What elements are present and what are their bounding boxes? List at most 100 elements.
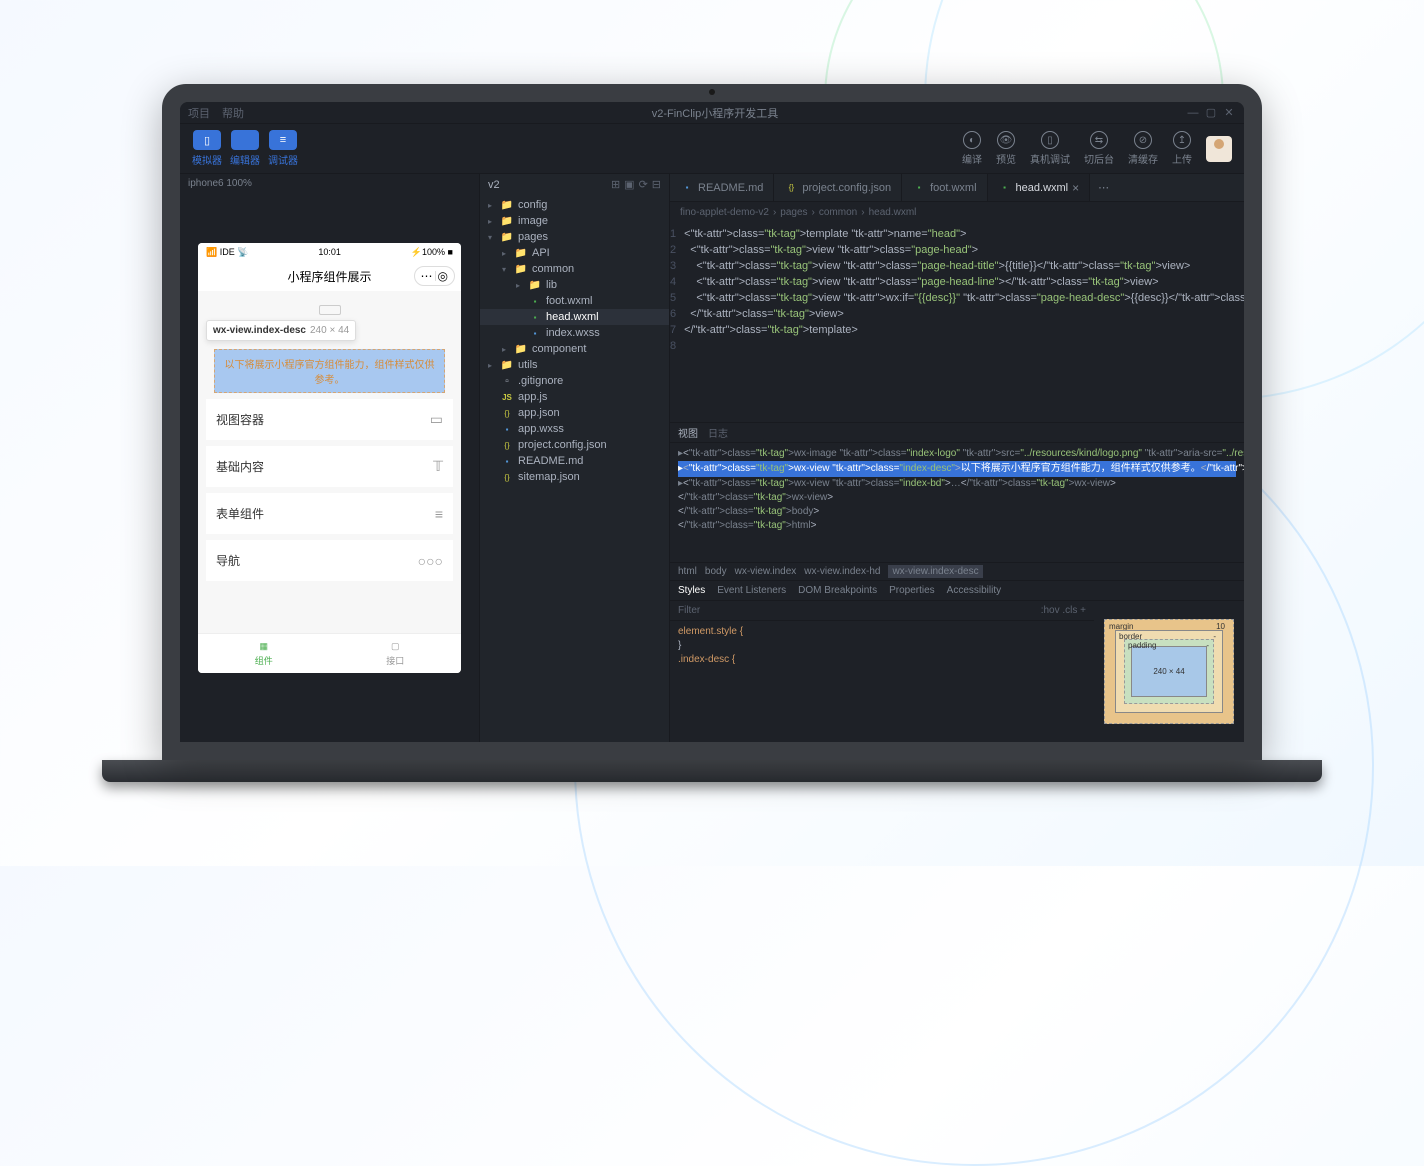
dom-tree[interactable]: ▸<"tk-attr">class="tk-tag">wx-image "tk-… <box>670 443 1244 563</box>
laptop-frame: 项目 帮助 v2-FinClip小程序开发工具 — ▢ ✕ ▯模拟器编辑器 ≡调试… <box>162 84 1262 782</box>
maximize-icon[interactable]: ▢ <box>1204 106 1218 120</box>
dom-crumb-item[interactable]: wx-view.index <box>735 566 797 577</box>
target-icon: ◎ <box>438 269 448 283</box>
list-item[interactable]: 导航○○○ <box>206 540 453 581</box>
box-model: margin 10 border - padding - 240 × 44 <box>1094 601 1244 742</box>
editor-tab[interactable]: {}project.config.json <box>774 174 902 201</box>
crumb-item[interactable]: pages <box>780 207 807 218</box>
tool-2[interactable]: ▯真机调试 <box>1030 131 1070 166</box>
dom-node[interactable]: ▸<"tk-attr">class="tk-tag">wx-view "tk-a… <box>678 461 1236 477</box>
code-editor[interactable]: <"tk-attr">class="tk-tag">template "tk-a… <box>684 222 1244 422</box>
tree-item[interactable]: ▸📁image <box>480 213 669 229</box>
project-root[interactable]: v2 <box>488 179 500 191</box>
capsule-button[interactable]: ⋯ ◎ <box>414 266 455 286</box>
styles-toggles[interactable]: :hov .cls + <box>1041 605 1086 616</box>
editor-tab[interactable]: ▪foot.wxml <box>902 174 987 201</box>
tree-item[interactable]: {}project.config.json <box>480 437 669 453</box>
dom-node[interactable]: ▸<"tk-attr">class="tk-tag">wx-view "tk-a… <box>678 477 1236 491</box>
styles-tab[interactable]: Accessibility <box>947 585 1001 596</box>
tree-item[interactable]: ▪head.wxml <box>480 309 669 325</box>
mode-2[interactable]: ≡调试器 <box>268 130 298 167</box>
styles-filter[interactable]: Filter <box>678 605 700 616</box>
crumb-item[interactable]: fino-applet-demo-v2 <box>680 207 769 218</box>
mode-0[interactable]: ▯模拟器 <box>192 130 222 167</box>
crumb-item[interactable]: head.wxml <box>869 207 917 218</box>
list-item[interactable]: 表单组件≡ <box>206 493 453 534</box>
highlighted-element[interactable]: 以下将展示小程序官方组件能力，组件样式仅供参考。 <box>214 349 445 393</box>
api-icon: ▢ <box>391 641 400 652</box>
devtools-tab-console[interactable]: 日志 <box>708 425 728 440</box>
tool-0[interactable]: ◐编译 <box>962 131 982 166</box>
styles-tab[interactable]: Properties <box>889 585 935 596</box>
tree-item[interactable]: ▫.gitignore <box>480 373 669 389</box>
dom-crumb-item[interactable]: html <box>678 566 697 577</box>
menu-project[interactable]: 项目 <box>188 105 210 121</box>
css-rules[interactable]: element.style {}.index-desc {</span></di… <box>670 621 1094 742</box>
tree-item[interactable]: ▸📁config <box>480 197 669 213</box>
crumb-item[interactable]: common <box>819 207 857 218</box>
logo-placeholder <box>319 305 341 315</box>
new-file-icon[interactable]: ⊞ <box>611 178 620 191</box>
dom-crumb-item[interactable]: wx-view.index-desc <box>888 565 982 578</box>
file-explorer: v2 ⊞ ▣ ⟳ ⊟ ▸📁config▸📁image▾📁pages▸📁API▾📁… <box>480 174 670 742</box>
avatar[interactable] <box>1206 136 1232 162</box>
tree-item[interactable]: ▸📁API <box>480 245 669 261</box>
new-folder-icon[interactable]: ▣ <box>624 178 634 191</box>
tree-item[interactable]: ▪app.wxss <box>480 421 669 437</box>
tool-5[interactable]: ↥上传 <box>1172 131 1192 166</box>
tree-item[interactable]: ▪foot.wxml <box>480 293 669 309</box>
close-icon[interactable]: ✕ <box>1222 106 1236 120</box>
tree-item[interactable]: ▸📁lib <box>480 277 669 293</box>
dom-node[interactable]: </"tk-attr">class="tk-tag">wx-view> <box>678 491 1236 505</box>
mode-1[interactable]: 编辑器 <box>230 130 260 167</box>
tool-4[interactable]: ⊘清缓存 <box>1128 131 1158 166</box>
close-icon[interactable]: × <box>1072 181 1079 195</box>
collapse-icon[interactable]: ⊟ <box>652 178 661 191</box>
status-time: 10:01 <box>318 247 341 257</box>
devtools-tab-elements[interactable]: 视图 <box>678 425 698 440</box>
more-icon: ⋯ <box>421 269 433 283</box>
toolbar: ▯模拟器编辑器 ≡调试器 ◐编译 👁预览 ▯真机调试 ⇆切后台 ⊘清缓存 ↥上传 <box>180 124 1244 174</box>
inspector-tooltip: wx-view.index-desc240 × 44 <box>206 320 356 341</box>
line-gutter: 12345678 <box>670 222 684 422</box>
tree-item[interactable]: ▪index.wxss <box>480 325 669 341</box>
styles-tab[interactable]: DOM Breakpoints <box>798 585 877 596</box>
titlebar: 项目 帮助 v2-FinClip小程序开发工具 — ▢ ✕ <box>180 102 1244 124</box>
breadcrumb: fino-applet-demo-v2 › pages › common › h… <box>670 202 1244 222</box>
editor-tab[interactable]: ▪README.md <box>670 174 774 201</box>
dom-breadcrumb: html body wx-view.index wx-view.index-hd wx-… <box>670 563 1244 581</box>
list-item[interactable]: 基础内容𝕋 <box>206 446 453 487</box>
dom-crumb-item[interactable]: wx-view.index-hd <box>804 566 880 577</box>
dom-crumb-item[interactable]: body <box>705 566 727 577</box>
menu-help[interactable]: 帮助 <box>222 105 244 121</box>
minimize-icon[interactable]: — <box>1186 106 1200 120</box>
editor-tab[interactable]: ▪head.wxml× <box>988 174 1091 201</box>
list-item[interactable]: 视图容器▭ <box>206 399 453 440</box>
more-tabs-icon[interactable]: ⋯ <box>1090 181 1117 194</box>
tool-3[interactable]: ⇆切后台 <box>1084 131 1114 166</box>
editor-panel: ▪README.md{}project.config.json▪foot.wxm… <box>670 174 1244 742</box>
tab-api[interactable]: ▢ 接口 <box>330 634 462 673</box>
dom-node[interactable]: </"tk-attr">class="tk-tag">body> <box>678 505 1236 519</box>
tree-item[interactable]: JSapp.js <box>480 389 669 405</box>
styles-tab[interactable]: Event Listeners <box>717 585 786 596</box>
tree-item[interactable]: {}app.json <box>480 405 669 421</box>
styles-tab[interactable]: Styles <box>678 585 705 596</box>
tool-1[interactable]: 👁预览 <box>996 131 1016 166</box>
device-info: iphone6 100% <box>180 174 479 193</box>
tab-component[interactable]: ▦ 组件 <box>198 634 330 673</box>
tree-item[interactable]: {}sitemap.json <box>480 469 669 485</box>
tree-item[interactable]: ▸📁utils <box>480 357 669 373</box>
refresh-icon[interactable]: ⟳ <box>639 178 648 191</box>
dom-node[interactable]: </"tk-attr">class="tk-tag">html> <box>678 519 1236 533</box>
grid-icon: ▦ <box>259 641 268 652</box>
dom-node[interactable]: ▸<"tk-attr">class="tk-tag">wx-image "tk-… <box>678 447 1236 461</box>
devtools: 视图 日志 ▸<"tk-attr">class="tk-tag">wx-imag… <box>670 422 1244 742</box>
tree-item[interactable]: ▾📁pages <box>480 229 669 245</box>
status-battery: ⚡100% ■ <box>411 247 453 258</box>
tree-item[interactable]: ▸📁component <box>480 341 669 357</box>
tree-item[interactable]: ▾📁common <box>480 261 669 277</box>
tree-item[interactable]: ▪README.md <box>480 453 669 469</box>
phone-simulator: 📶 IDE 📡 10:01 ⚡100% ■ 小程序组件展示 ⋯ ◎ wx-vie… <box>198 243 461 673</box>
simulator-panel: iphone6 100% 📶 IDE 📡 10:01 ⚡100% ■ 小程序组件… <box>180 174 480 742</box>
